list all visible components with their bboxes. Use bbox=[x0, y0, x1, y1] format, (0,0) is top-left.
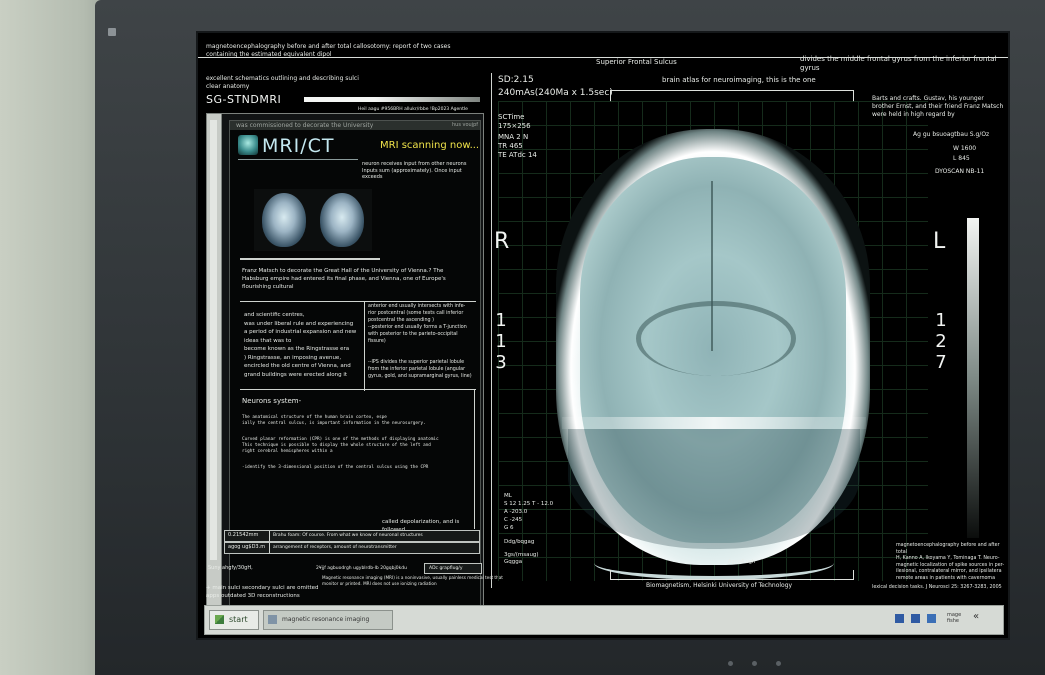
right-side-marker: R bbox=[494, 229, 510, 254]
scan-code: Agog4 ugh bbox=[728, 559, 756, 565]
scan-params: SCTime 175×256 bbox=[498, 113, 531, 130]
document-header-text: was commissioned to decorate the Univers… bbox=[236, 122, 374, 129]
tray-network-icon[interactable] bbox=[895, 614, 904, 623]
document-header-bar: was commissioned to decorate the Univers… bbox=[230, 121, 480, 130]
info-description: arrangement of receptors, amount of neur… bbox=[273, 545, 397, 550]
start-flag-icon bbox=[215, 615, 224, 624]
neuron-note: neuron receives input from other neurons… bbox=[362, 161, 467, 180]
column-left-text: and scientific centres, was under libera… bbox=[244, 312, 357, 378]
scan-line-artifact bbox=[562, 417, 866, 429]
monitor-led bbox=[776, 661, 781, 666]
scan-thumbnails[interactable] bbox=[254, 189, 372, 251]
dd-params: Ddg/bqgag 3gs/(msaug) Gqgga bbox=[504, 539, 539, 565]
taskbar-item-label: magnetic resonance imaging bbox=[282, 616, 370, 623]
document-header-right: hus voujpf bbox=[452, 122, 479, 128]
scan-sd: SD:2.15 bbox=[498, 75, 534, 85]
skull-thumbnail-icon[interactable] bbox=[320, 193, 364, 247]
column-divider bbox=[364, 301, 365, 391]
graph-button-label: ADc grapflug/y bbox=[429, 566, 463, 571]
system-tray: mage fishe « bbox=[895, 610, 999, 628]
section-divider bbox=[240, 301, 476, 302]
right-info-code: Ag gu bsuoagtbau S.g/Oz bbox=[913, 131, 990, 138]
sulci-note: + main sulci secondary sulci are omitted… bbox=[206, 585, 319, 599]
ct-tentorium bbox=[636, 301, 796, 376]
window-width: W 1600 bbox=[953, 145, 977, 152]
scrollbar-track[interactable] bbox=[210, 120, 217, 560]
citation: lexical decision tasks. J Neurosci 25: 3… bbox=[872, 585, 1002, 590]
header-divider bbox=[198, 57, 1008, 58]
title-bar-graphic bbox=[304, 97, 480, 102]
center-title: Superior Frontal Sulcus bbox=[596, 58, 677, 66]
scanning-status: MRI scanning now... bbox=[380, 140, 480, 151]
skull-thumbnail-icon[interactable] bbox=[262, 193, 306, 247]
left-side-marker: L bbox=[933, 229, 946, 254]
scan-params-2: MNA 2 N TR 465 TE ATdc 14 bbox=[498, 133, 537, 159]
meg-reference: magnetoencephalography before and after … bbox=[896, 543, 1005, 581]
right-slice-number: 1 1 3 bbox=[495, 310, 507, 373]
mri-definition: Magnetic resonance imaging (MRI) is a no… bbox=[322, 575, 503, 586]
grayscale-bar bbox=[967, 218, 979, 538]
footer-center-code: 2¥jjf agbuodrgh ugyblrdb-lb 20gqbj0kdu bbox=[316, 566, 407, 571]
paragraph-vienna: Franz Matsch to decorate the Great Hall … bbox=[242, 268, 446, 290]
info-divider bbox=[269, 543, 270, 553]
monitor-led bbox=[752, 661, 757, 666]
neurons-heading: Neurons system- bbox=[242, 397, 302, 405]
info-description: Brahu foam: Of course. From what we know… bbox=[273, 533, 423, 538]
info-row: agog ug$D3.m arrangement of receptors, a… bbox=[224, 542, 480, 554]
info-value: agog ug$D3.m bbox=[228, 544, 266, 550]
cpr-text: Curved planar reformation (CPR) is one o… bbox=[242, 437, 439, 454]
scan-mas: 240mAs(240Ma x 1.5sec) bbox=[498, 88, 613, 98]
taskbar: start magnetic resonance imaging mage fi… bbox=[204, 605, 1004, 635]
window-level: L 845 bbox=[953, 155, 970, 162]
info-divider bbox=[269, 531, 270, 541]
footer-code: Suny ahgfy/30gH, bbox=[208, 565, 253, 571]
tray-volume-icon[interactable] bbox=[911, 614, 920, 623]
window-icon bbox=[268, 615, 277, 624]
institution-label: Biomagnetism, Helsinki University of Tec… bbox=[646, 582, 793, 589]
graph-button[interactable]: ADc grapflug/y bbox=[424, 563, 482, 574]
scanner-model: DYOSCAN NB-11 bbox=[935, 168, 985, 175]
mri-ct-title: MRI/CT bbox=[262, 135, 335, 157]
tray-text: mage fishe bbox=[947, 612, 962, 624]
right-info-paragraph: Barts and crafts. Gustav, his younger br… bbox=[872, 95, 1004, 118]
thumbnail-underline bbox=[240, 258, 380, 260]
column-right-text-2: --IPS divides the superior parietal lobu… bbox=[368, 360, 472, 379]
bezel-sensor bbox=[108, 28, 116, 36]
scan-bottom-bracket bbox=[610, 570, 854, 580]
tray-expand-icon[interactable]: « bbox=[973, 611, 979, 622]
section-divider bbox=[240, 389, 476, 390]
ct-scan-viewer[interactable] bbox=[498, 101, 928, 581]
right-rule bbox=[474, 389, 475, 529]
start-button[interactable]: start bbox=[209, 610, 259, 630]
intro-line-2: clear anatomy bbox=[206, 83, 250, 90]
atlas-label: brain atlas for neuroimaging, this is th… bbox=[662, 76, 816, 84]
start-label: start bbox=[229, 615, 248, 624]
header-reference: magnetoencephalography before and after … bbox=[206, 43, 451, 50]
cpr-identify-text: -identify the 3-dimensional position of … bbox=[242, 465, 429, 470]
left-slice-number: 1 2 7 bbox=[935, 310, 947, 373]
column-right-text: anterior end usually intersects with inf… bbox=[368, 304, 467, 344]
info-row: 0.21542mm Brahu foam: Of course. From wh… bbox=[224, 530, 480, 542]
monitor-screen: magnetoencephalography before and after … bbox=[198, 33, 1008, 638]
app-title: SG-STNDMRI bbox=[206, 93, 282, 106]
cortex-text: The anatomical structure of the human br… bbox=[242, 415, 426, 426]
taskbar-item-mri[interactable]: magnetic resonance imaging bbox=[263, 610, 393, 630]
mri-logo-icon bbox=[238, 135, 258, 155]
title-underline bbox=[238, 159, 358, 160]
ml-params: ML S 12 1.25 T - 12.0 A -203.0 C -245 G … bbox=[504, 493, 554, 531]
intro-line: excellent schematics outlining and descr… bbox=[206, 75, 359, 82]
monitor-led bbox=[728, 661, 733, 666]
info-value: 0.21542mm bbox=[228, 532, 259, 538]
scan-panel-divider bbox=[491, 73, 492, 588]
tray-app-icon[interactable] bbox=[927, 614, 936, 623]
scrollbar[interactable] bbox=[207, 114, 222, 608]
